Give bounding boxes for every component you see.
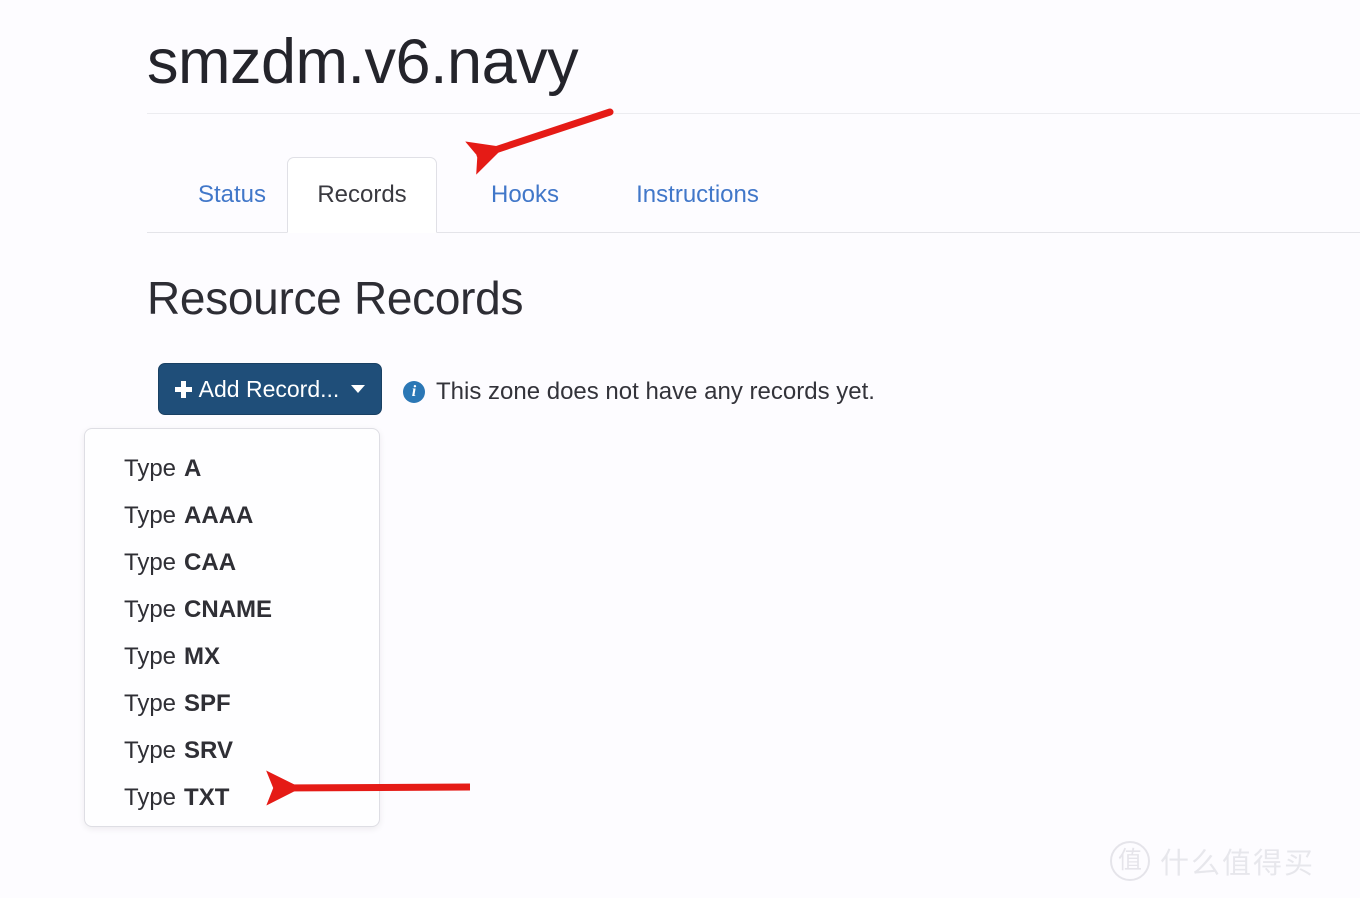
dropdown-item-type: MX [184,642,221,670]
dropdown-item-type: AAAA [184,501,254,529]
add-record-button[interactable]: Add Record... [158,363,382,415]
chevron-down-icon [351,385,366,393]
empty-records-notice-text: This zone does not have any records yet. [436,378,875,405]
dropdown-item-type: A [184,454,202,482]
watermark-text: 什么值得买 [1160,848,1316,880]
dropdown-item-prefix: Type [124,454,177,482]
watermark-logo-icon: 值 [1110,841,1150,881]
dropdown-item-mx[interactable]: Type MX [85,633,381,680]
dropdown-item-prefix: Type [124,783,177,811]
record-type-dropdown-menu: Type A Type AAAA Type CAA Type CNAME Typ… [84,428,380,827]
dropdown-item-prefix: Type [124,595,177,623]
dropdown-item-type: CNAME [184,595,273,623]
title-divider [147,113,1360,114]
section-title: Resource Records [147,272,524,324]
empty-records-notice: i This zone does not have any records ye… [403,378,875,406]
dropdown-item-a[interactable]: Type A [85,445,381,492]
dropdown-item-type: TXT [184,783,230,811]
dropdown-item-prefix: Type [124,642,177,670]
page-title: smzdm.v6.navy [147,27,579,97]
dropdown-item-prefix: Type [124,689,177,717]
dropdown-item-spf[interactable]: Type SPF [85,680,381,727]
dropdown-item-prefix: Type [124,501,177,529]
dropdown-item-srv[interactable]: Type SRV [85,727,381,774]
tab-bar: Status Records Hooks Instructions [147,157,1360,233]
tab-records[interactable]: Records [287,157,437,233]
dropdown-item-prefix: Type [124,736,177,764]
dropdown-item-aaaa[interactable]: Type AAAA [85,492,381,539]
tab-hooks[interactable]: Hooks [465,157,585,233]
plus-icon [174,380,192,398]
dropdown-item-type: SPF [184,689,231,717]
dropdown-item-type: SRV [184,736,233,764]
info-circle-icon: i [403,381,425,403]
dropdown-item-prefix: Type [124,548,177,576]
arrow-to-records-tab [465,108,614,175]
dropdown-item-txt[interactable]: Type TXT [85,774,381,821]
tab-status[interactable]: Status [167,157,297,233]
dropdown-item-type: CAA [184,548,237,576]
add-record-button-label: Add Record... [198,375,340,402]
dropdown-item-caa[interactable]: Type CAA [85,539,381,586]
watermark: 值 什么值得买 [1110,840,1315,882]
tab-instructions[interactable]: Instructions [595,157,800,233]
dropdown-item-cname[interactable]: Type CNAME [85,586,381,633]
